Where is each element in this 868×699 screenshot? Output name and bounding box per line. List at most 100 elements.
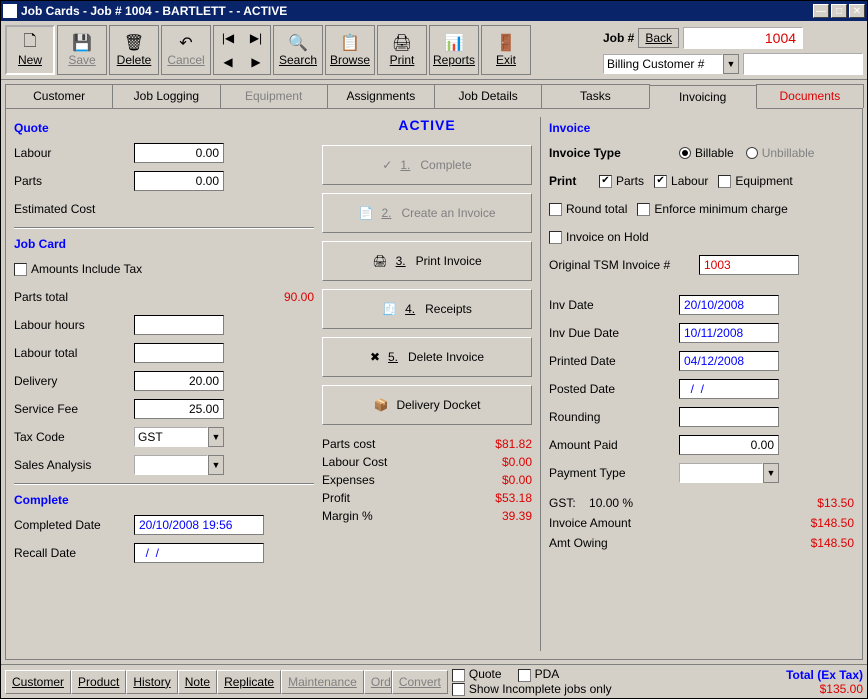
inv-date-input[interactable] — [679, 295, 779, 315]
complete-button[interactable]: ✓1.Complete — [322, 145, 532, 185]
browse-icon: 📋 — [340, 33, 360, 53]
amounts-include-tax-checkbox[interactable] — [14, 263, 27, 276]
unbillable-radio[interactable] — [746, 147, 758, 159]
payment-type-label: Payment Type — [549, 466, 679, 480]
completed-date-input[interactable] — [134, 515, 264, 535]
print-labour-checkbox[interactable] — [654, 175, 667, 188]
tax-code-combo[interactable]: ▼ — [134, 427, 224, 447]
footer-maintenance-button[interactable]: Maintenance — [281, 670, 364, 694]
delivery-input[interactable] — [134, 371, 224, 391]
round-total-checkbox[interactable] — [549, 203, 562, 216]
labour-total-label: Labour total — [14, 346, 134, 360]
billable-radio[interactable] — [679, 147, 691, 159]
due-date-input[interactable] — [679, 323, 779, 343]
back-button[interactable]: Back — [638, 28, 679, 48]
posted-date-input[interactable] — [679, 379, 779, 399]
record-nav: |◀ ▶| ◀ ▶ — [213, 25, 271, 75]
tab-documents[interactable]: Documents — [756, 84, 864, 108]
nav-first[interactable]: |◀ — [214, 26, 242, 50]
delete-invoice-button[interactable]: ✖5.Delete Invoice — [322, 337, 532, 377]
payment-type-input[interactable] — [679, 463, 763, 483]
reports-button[interactable]: 📊Reports — [429, 25, 479, 75]
browse-button[interactable]: 📋Browse — [325, 25, 375, 75]
recall-date-label: Recall Date — [14, 546, 134, 560]
invoice-amount-value: $148.50 — [811, 516, 854, 530]
invoice-on-hold-label: Invoice on Hold — [566, 230, 649, 244]
delivery-docket-button[interactable]: 📦Delivery Docket — [322, 385, 532, 425]
nav-last[interactable]: ▶| — [242, 26, 270, 50]
tab-customer[interactable]: Customer — [5, 84, 113, 108]
footer-orders-button[interactable]: Orders — [364, 670, 392, 694]
tax-code-input[interactable] — [134, 427, 208, 447]
footer-product-button[interactable]: Product — [71, 670, 126, 694]
margin-label: Margin % — [322, 509, 373, 523]
sales-analysis-combo[interactable]: ▼ — [134, 455, 224, 475]
footer-note-button[interactable]: Note — [178, 670, 217, 694]
print-icon: 🖨 — [392, 33, 412, 53]
print-parts-label: Parts — [616, 174, 644, 188]
tab-tasks[interactable]: Tasks — [541, 84, 649, 108]
close-button[interactable]: ✕ — [849, 4, 865, 18]
quote-title: Quote — [14, 121, 314, 135]
tab-job-details[interactable]: Job Details — [434, 84, 542, 108]
chevron-down-icon[interactable]: ▼ — [763, 463, 779, 483]
billing-customer-field[interactable] — [603, 54, 723, 74]
tab-job-logging[interactable]: Job Logging — [112, 84, 220, 108]
new-button[interactable]: 🗋New — [5, 25, 55, 75]
tab-equipment[interactable]: Equipment — [220, 84, 328, 108]
status-label: ACTIVE — [322, 117, 532, 133]
parts-total-value: 90.00 — [134, 290, 314, 304]
footer-incomplete-checkbox[interactable] — [452, 683, 465, 696]
exit-icon: 🚪 — [496, 33, 516, 53]
chevron-down-icon[interactable]: ▼ — [208, 455, 224, 475]
quote-parts-input[interactable] — [134, 171, 224, 191]
footer-convert-button[interactable]: Convert — [392, 670, 448, 694]
chevron-down-icon[interactable]: ▼ — [208, 427, 224, 447]
delete-button[interactable]: 🗑Delete — [109, 25, 159, 75]
sales-analysis-label: Sales Analysis — [14, 458, 134, 472]
maximize-button[interactable]: □ — [831, 4, 847, 18]
tax-code-label: Tax Code — [14, 430, 134, 444]
footer-customer-button[interactable]: Customer — [5, 670, 71, 694]
profit-label: Profit — [322, 491, 350, 505]
cancel-button[interactable]: ↶Cancel — [161, 25, 211, 75]
receipts-button[interactable]: 🧾4.Receipts — [322, 289, 532, 329]
labour-hours-input[interactable] — [134, 315, 224, 335]
job-number-input[interactable] — [683, 27, 803, 49]
print-equipment-checkbox[interactable] — [718, 175, 731, 188]
amount-paid-input[interactable] — [679, 435, 779, 455]
orig-tsm-input[interactable] — [699, 255, 799, 275]
service-fee-input[interactable] — [134, 399, 224, 419]
chevron-down-icon[interactable]: ▼ — [723, 54, 739, 74]
labour-total-input[interactable] — [134, 343, 224, 363]
quote-labour-input[interactable] — [134, 143, 224, 163]
recall-date-input[interactable] — [134, 543, 264, 563]
print-parts-checkbox[interactable] — [599, 175, 612, 188]
footer-history-button[interactable]: History — [126, 670, 177, 694]
minimize-button[interactable]: — — [813, 4, 829, 18]
tab-assignments[interactable]: Assignments — [327, 84, 435, 108]
search-button[interactable]: 🔍Search — [273, 25, 323, 75]
enforce-min-label: Enforce minimum charge — [654, 202, 787, 216]
invoice-on-hold-checkbox[interactable] — [549, 231, 562, 244]
save-button[interactable]: 💾Save — [57, 25, 107, 75]
printed-date-input[interactable] — [679, 351, 779, 371]
nav-next[interactable]: ▶ — [242, 50, 270, 74]
footer-replicate-button[interactable]: Replicate — [217, 670, 281, 694]
posted-date-label: Posted Date — [549, 382, 679, 396]
rounding-input[interactable] — [679, 407, 779, 427]
print-button[interactable]: 🖨Print — [377, 25, 427, 75]
exit-button[interactable]: 🚪Exit — [481, 25, 531, 75]
create-invoice-button[interactable]: 📄2.Create an Invoice — [322, 193, 532, 233]
printed-date-label: Printed Date — [549, 354, 679, 368]
tab-invoicing[interactable]: Invoicing — [649, 85, 757, 109]
print-invoice-button[interactable]: 🖨3.Print Invoice — [322, 241, 532, 281]
footer-quote-checkbox[interactable] — [452, 669, 465, 682]
billing-customer-combo[interactable]: ▼ — [603, 54, 739, 74]
sales-analysis-input[interactable] — [134, 455, 208, 475]
billing-customer-value[interactable] — [743, 53, 863, 75]
payment-type-combo[interactable]: ▼ — [679, 463, 779, 483]
enforce-min-checkbox[interactable] — [637, 203, 650, 216]
footer-pda-checkbox[interactable] — [518, 669, 531, 682]
nav-prev[interactable]: ◀ — [214, 50, 242, 74]
